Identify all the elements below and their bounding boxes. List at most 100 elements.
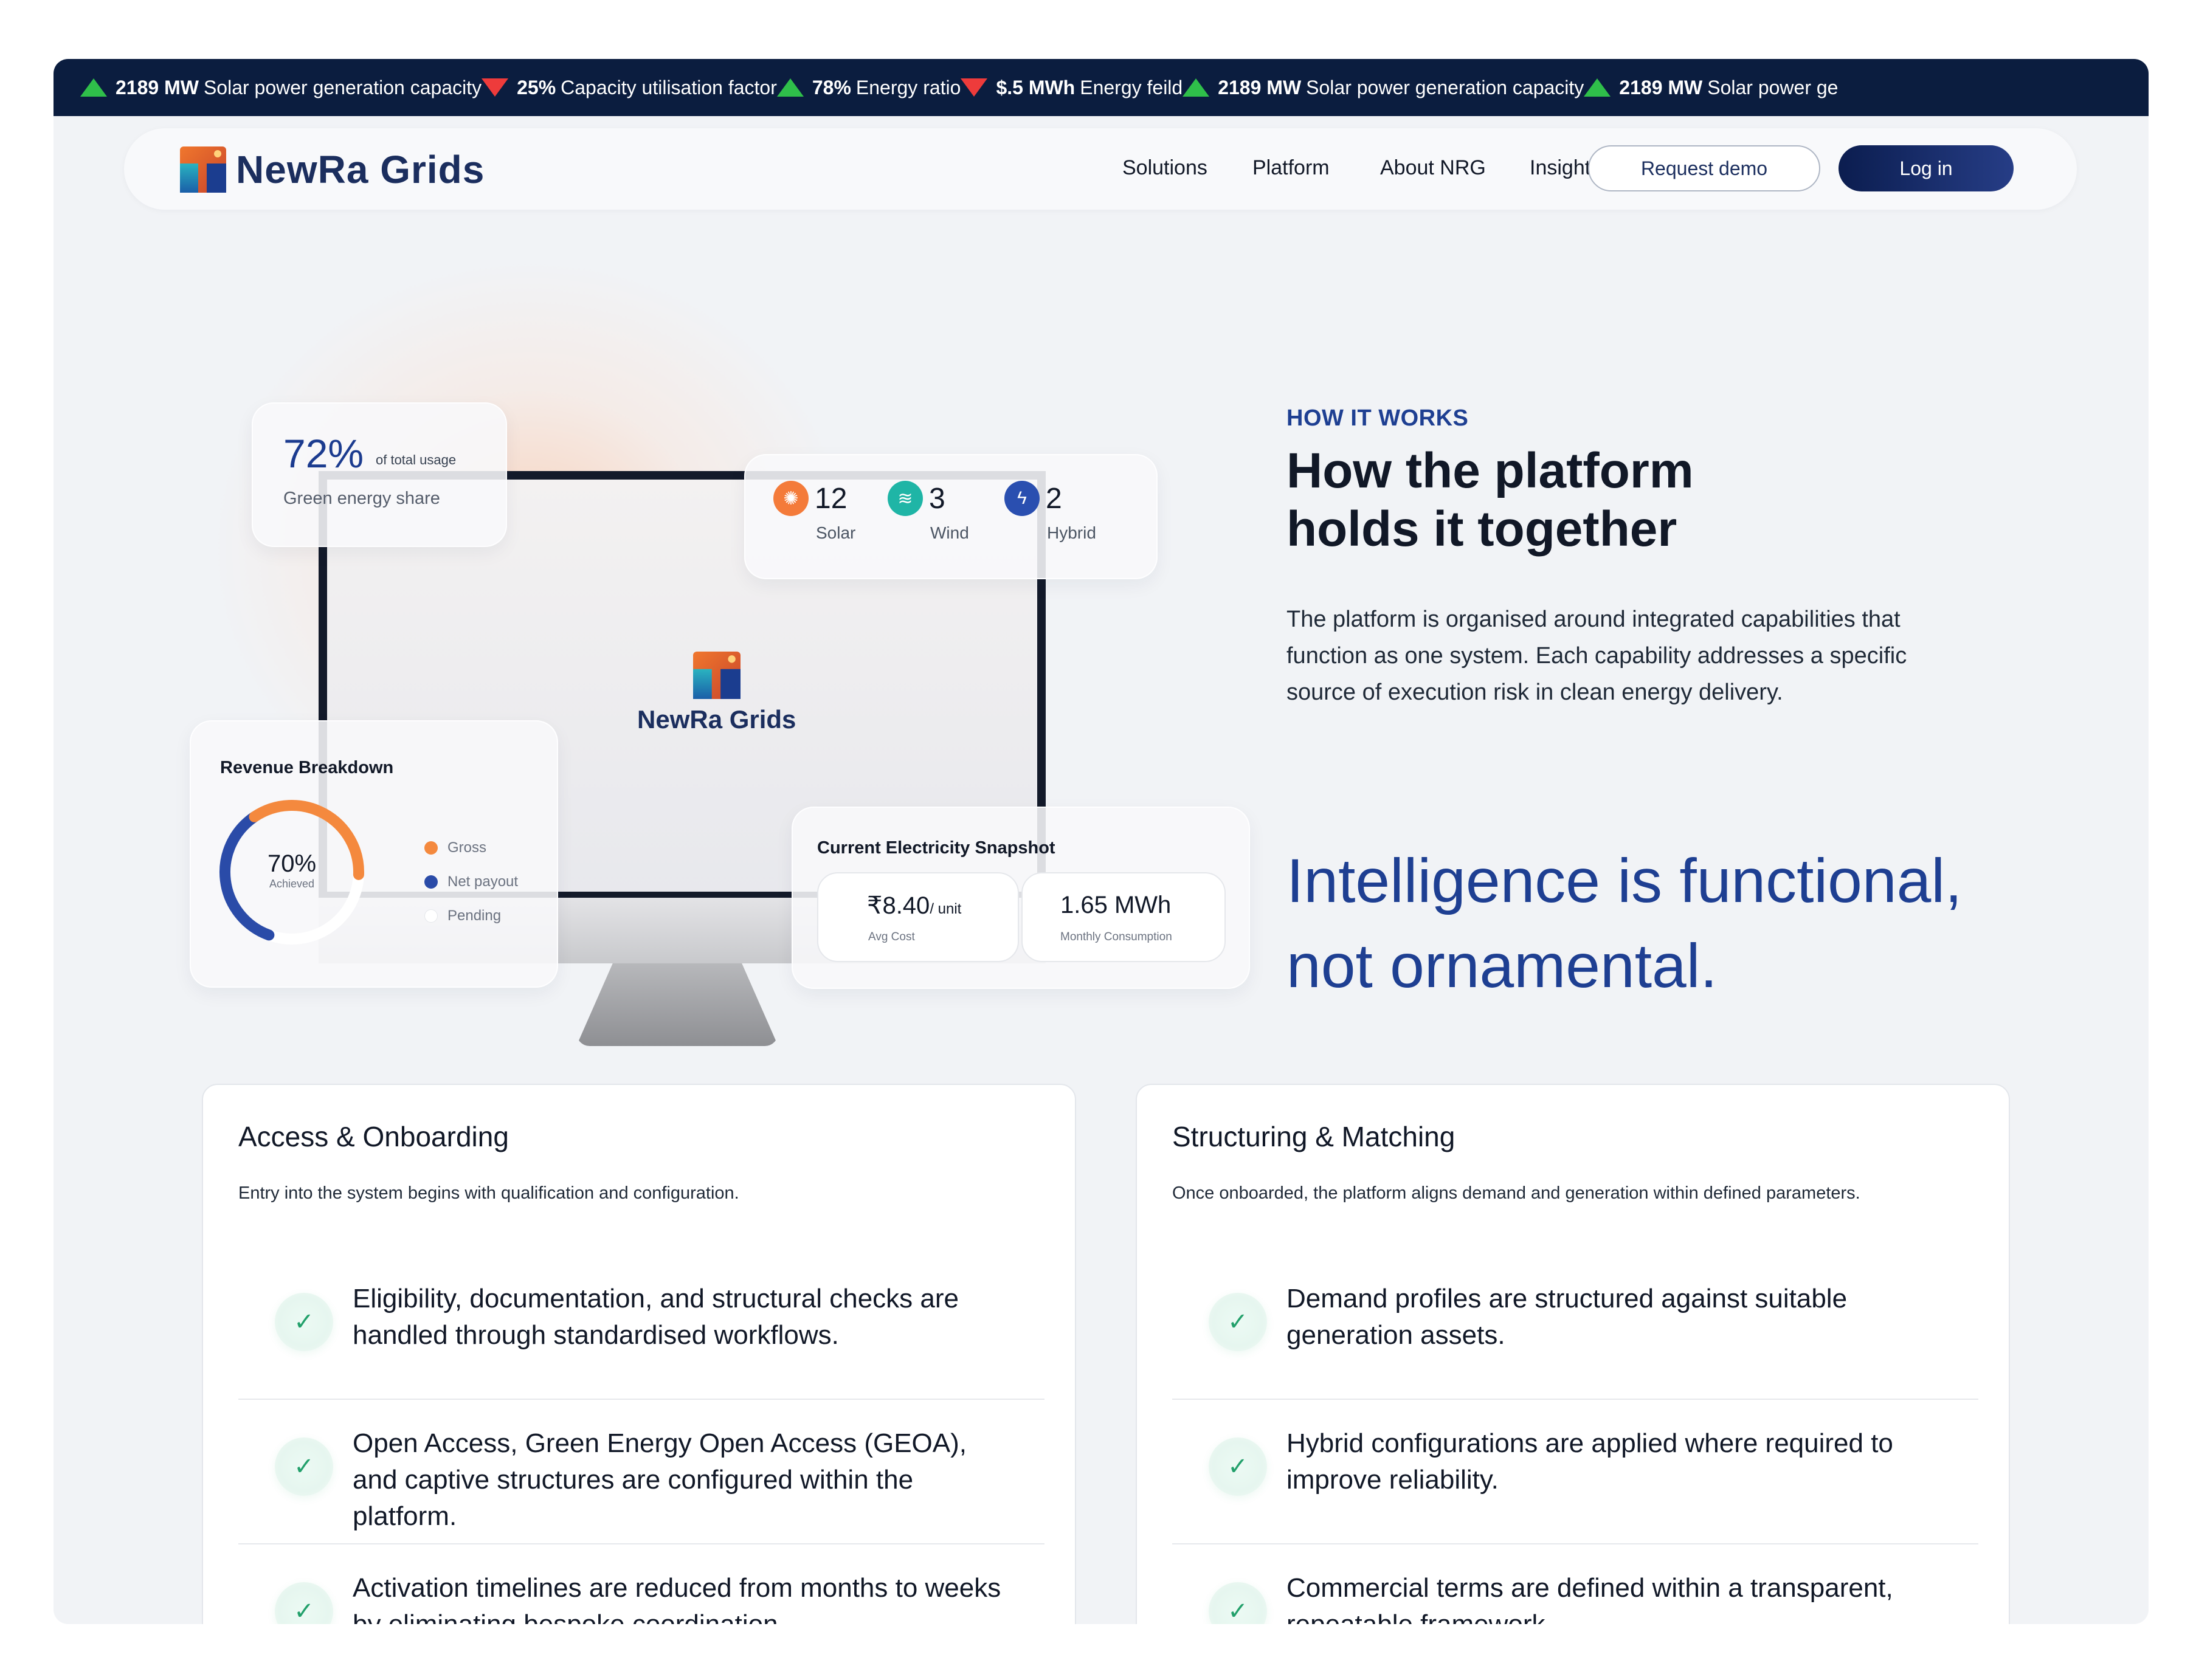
legend-label: Gross: [447, 839, 487, 856]
revenue-title: Revenue Breakdown: [220, 758, 394, 777]
ticker-label: Solar power ge: [1707, 76, 1839, 98]
asset-name: Hybrid: [1047, 523, 1096, 542]
check-icon: ✓: [1209, 1582, 1267, 1624]
check-icon: ✓: [275, 1437, 333, 1496]
asset-count: 3: [929, 483, 945, 515]
login-button[interactable]: Log in: [1839, 145, 2014, 191]
section-paragraph: The platform is organised around integra…: [1286, 607, 1907, 705]
ticker-label: Capacity utilisation factor: [561, 76, 777, 98]
check-icon: ✓: [275, 1293, 333, 1351]
panel-subtitle: Once onboarded, the platform aligns dema…: [1172, 1183, 1860, 1203]
heading-line-2: holds it together: [1286, 501, 1677, 557]
donut-center: 70% Achieved: [227, 850, 356, 890]
legend-net-payout: Net payout: [424, 873, 518, 890]
list-item: ✓ Activation timelines are reduced from …: [238, 1544, 1044, 1624]
green-share-label: Green energy share: [283, 489, 440, 508]
ticker-item: $.5 MWh Energy feild: [961, 59, 1183, 116]
consumption-pill: 1.65 MWh Monthly Consumption: [1021, 872, 1226, 962]
request-demo-button[interactable]: Request demo: [1588, 145, 1820, 191]
ticker-label: Energy feild: [1080, 76, 1183, 98]
tagline-line-1: Intelligence is functional,: [1286, 846, 1963, 915]
revenue-breakdown-card: Revenue Breakdown 70% Achieved Gross Net…: [190, 720, 558, 988]
donut-value: 70%: [267, 850, 317, 877]
cost-unit: / unit: [930, 901, 962, 917]
panel-subtitle: Entry into the system begins with qualif…: [238, 1183, 739, 1203]
legend-dot: [424, 875, 438, 889]
page-frame: 2189 MW Solar power generation capacity 25…: [54, 59, 2149, 1624]
green-share-suffix: of total usage: [376, 452, 457, 467]
legend-gross: Gross: [424, 839, 486, 856]
brand-logo[interactable]: NewRa Grids: [180, 146, 485, 193]
arrow-up-icon: [1183, 78, 1210, 97]
ticker-value: 2189 MW: [116, 76, 199, 98]
check-icon: ✓: [1209, 1293, 1267, 1351]
list-item-text: Open Access, Green Energy Open Access (G…: [353, 1428, 967, 1531]
nav-link-solutions[interactable]: Solutions: [1122, 156, 1207, 180]
tagline: Intelligence is functional, not ornament…: [1286, 838, 2077, 1008]
avg-cost-label: Avg Cost: [868, 931, 915, 943]
asset-counts-card: ✺ 12 Solar ≋ 3 Wind ϟ 2 Hybrid: [744, 454, 1158, 579]
section-eyebrow: HOW IT WORKS: [1286, 405, 1469, 431]
panel-structuring-matching: Structuring & Matching Once onboarded, t…: [1136, 1084, 2010, 1624]
ticker-item: 2189 MW Solar power ge: [1584, 59, 1838, 116]
panel-title: Structuring & Matching: [1172, 1121, 1455, 1152]
metrics-ticker: 2189 MW Solar power generation capacity 25…: [54, 59, 2149, 116]
legend-label: Pending: [447, 907, 502, 924]
check-icon: ✓: [275, 1582, 333, 1624]
ticker-value: $.5 MWh: [996, 76, 1076, 98]
ticker-item: 2189 MW Solar power generation capacity: [80, 59, 482, 116]
consumption-label: Monthly Consumption: [1060, 931, 1172, 943]
panel-access-onboarding: Access & Onboarding Entry into the syste…: [202, 1084, 1076, 1624]
legend-label: Net payout: [447, 873, 519, 890]
section-heading: How the platform holds it together: [1286, 442, 1894, 559]
asset-count: 2: [1046, 483, 1062, 515]
list-item: ✓ Commercial terms are defined within a …: [1172, 1544, 1978, 1624]
hybrid-bolt-icon: ϟ: [1004, 481, 1040, 516]
logo-mark-icon: [692, 652, 741, 699]
ticker-item: 25% Capacity utilisation factor: [482, 59, 777, 116]
ticker-item: 78% Energy ratio: [776, 59, 961, 116]
monitor-logo: NewRa Grids: [637, 652, 796, 734]
avg-cost-value: ₹8.40/ unit: [867, 892, 961, 920]
monitor-brand-name: NewRa Grids: [637, 705, 796, 734]
arrow-down-icon: [482, 78, 509, 97]
panel-title: Access & Onboarding: [238, 1121, 509, 1152]
ticker-value: 25%: [517, 76, 556, 98]
list-item: ✓ Open Access, Green Energy Open Access …: [238, 1400, 1044, 1544]
green-share-value: 72%: [283, 431, 364, 476]
nav-link-about[interactable]: About NRG: [1380, 156, 1486, 180]
list-item: ✓ Eligibility, documentation, and struct…: [238, 1255, 1044, 1400]
list-item: ✓ Hybrid configurations are applied wher…: [1172, 1400, 1978, 1544]
brand-name: NewRa Grids: [236, 148, 485, 191]
list-item: ✓ Demand profiles are structured against…: [1172, 1255, 1978, 1400]
ticker-value: 2189 MW: [1619, 76, 1703, 98]
list-item-text: Activation timelines are reduced from mo…: [353, 1573, 1001, 1624]
snapshot-title: Current Electricity Snapshot: [817, 838, 1055, 858]
ticker-label: Solar power generation capacity: [1306, 76, 1584, 98]
legend-dot: [424, 909, 438, 923]
asset-count: 12: [815, 483, 848, 515]
monitor-stand: [576, 963, 778, 1046]
sun-icon: ✺: [773, 481, 809, 516]
arrow-up-icon: [776, 78, 804, 97]
green-energy-card: 72% of total usage Green energy share: [252, 402, 507, 547]
list-item-text: Eligibility, documentation, and structur…: [353, 1284, 959, 1350]
arrow-up-icon: [80, 78, 107, 97]
top-navigation: NewRa Grids Solutions Platform About NRG…: [124, 128, 2077, 210]
avg-cost-pill: ₹8.40/ unit Avg Cost: [817, 872, 1019, 962]
electricity-snapshot-card: Current Electricity Snapshot ₹8.40/ unit…: [792, 807, 1250, 989]
legend-pending: Pending: [424, 907, 501, 924]
arrow-up-icon: [1584, 78, 1611, 97]
cost-amount: ₹8.40: [867, 892, 930, 919]
ticker-value: 78%: [812, 76, 851, 98]
list-item-text: Hybrid configurations are applied where …: [1286, 1428, 1893, 1495]
asset-name: Wind: [930, 523, 969, 542]
consumption-value: 1.65 MWh: [1060, 892, 1172, 918]
donut-sublabel: Achieved: [269, 878, 315, 890]
ticker-item: 2189 MW Solar power generation capacity: [1183, 59, 1584, 116]
nav-link-platform[interactable]: Platform: [1252, 156, 1330, 180]
list-item-text: Demand profiles are structured against s…: [1286, 1284, 1848, 1350]
asset-name: Solar: [816, 523, 856, 542]
arrow-down-icon: [961, 78, 988, 97]
legend-dot: [424, 841, 438, 855]
